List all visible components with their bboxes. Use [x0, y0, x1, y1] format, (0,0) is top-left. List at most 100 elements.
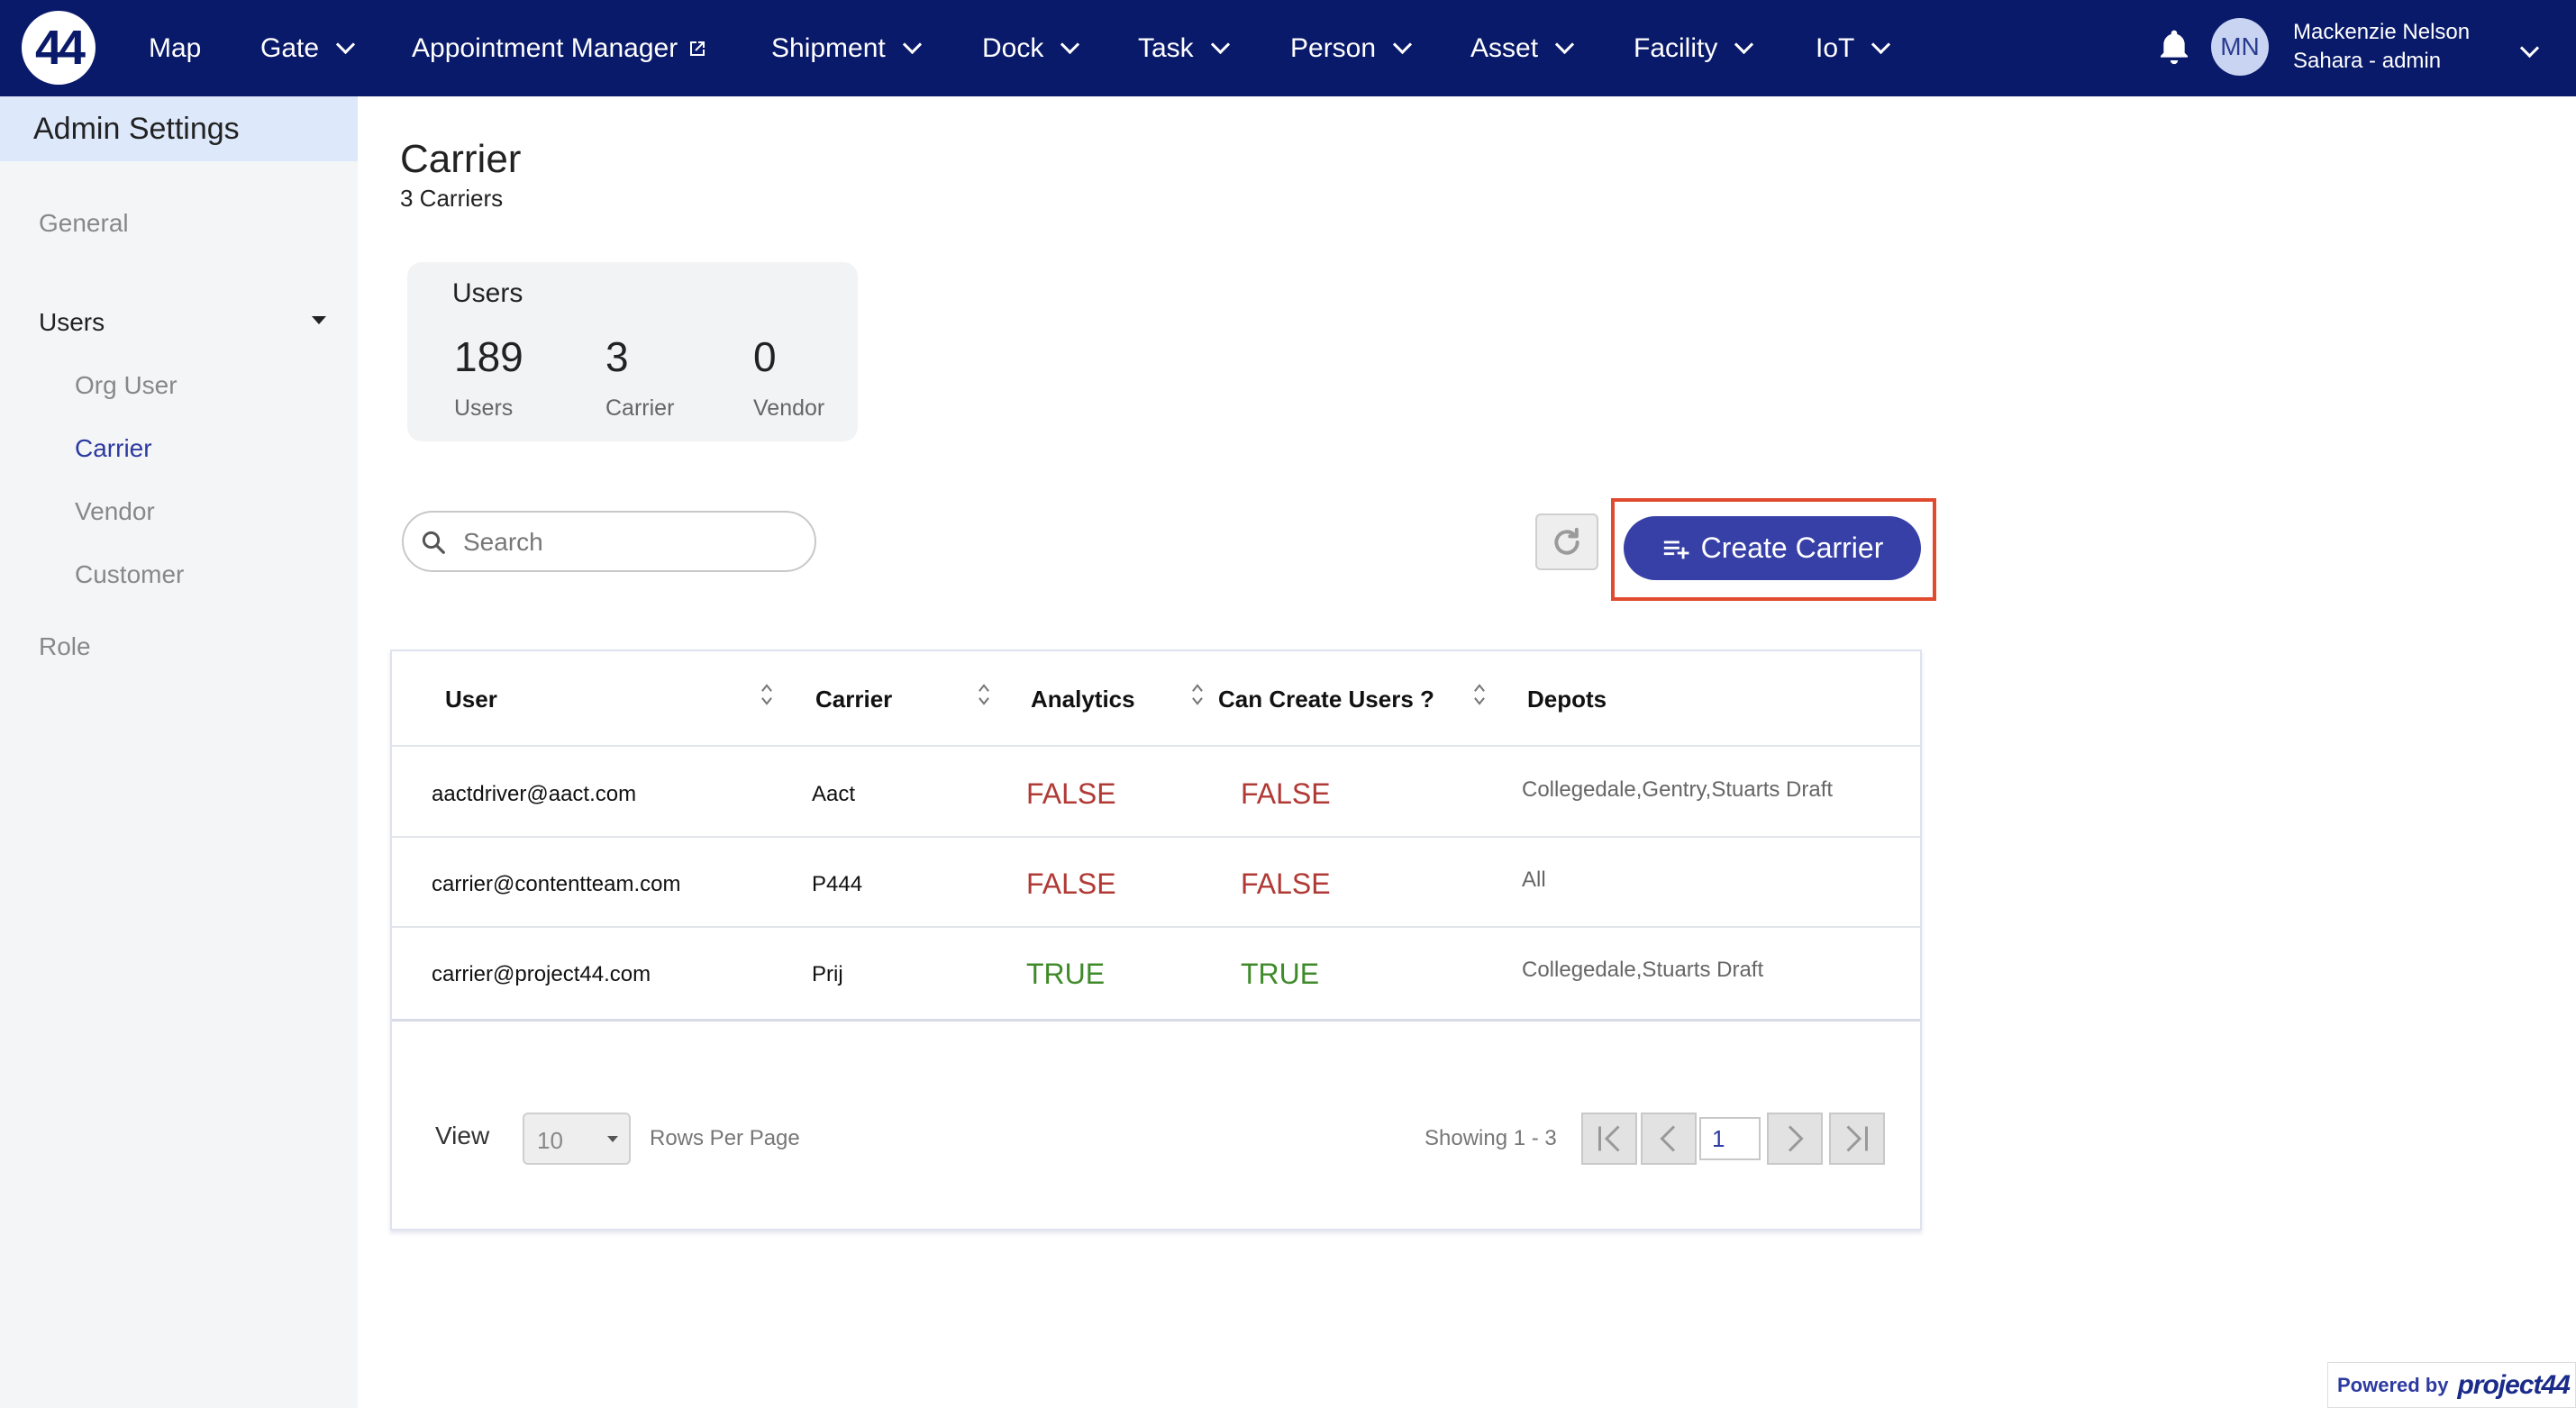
- cell-carrier: Prij: [812, 962, 843, 986]
- cell-can-create-users: TRUE: [1241, 958, 1320, 990]
- sort-icon[interactable]: [1190, 682, 1205, 707]
- sort-icon[interactable]: [760, 682, 774, 707]
- nav-item-appointment-manager[interactable]: Appointment Manager: [412, 0, 708, 96]
- users-stats-card: Users 189 Users 3 Carrier 0 Vendor: [407, 262, 858, 441]
- rows-per-page-value: 10: [537, 1127, 563, 1154]
- chevron-down-icon: [335, 34, 356, 55]
- stat-label-users: Users: [454, 395, 514, 421]
- stat-value-carrier: 3: [605, 333, 629, 380]
- caret-down-icon: [607, 1136, 618, 1142]
- nav-item-person[interactable]: Person: [1290, 0, 1413, 96]
- search-icon: [422, 531, 445, 554]
- nav-item-shipment[interactable]: Shipment: [771, 0, 922, 96]
- sidebar-item-carrier[interactable]: Carrier: [75, 434, 152, 463]
- sort-icon[interactable]: [977, 682, 991, 707]
- caret-down-icon[interactable]: [312, 316, 326, 324]
- cell-carrier: P444: [812, 872, 863, 896]
- chevron-down-icon: [1554, 34, 1575, 55]
- nav-item-gate[interactable]: Gate: [260, 0, 356, 96]
- create-carrier-button[interactable]: Create Carrier: [1624, 516, 1921, 580]
- chevron-down-icon: [1210, 34, 1230, 55]
- view-label: View: [435, 1122, 490, 1149]
- nav-item-label: IoT: [1816, 32, 1855, 63]
- page-title: Carrier: [400, 137, 522, 181]
- chevron-down-icon: [1060, 34, 1080, 55]
- page-number-input[interactable]: 1: [1699, 1117, 1761, 1160]
- cell-depots: Collegedale,Gentry,Stuarts Draft: [1522, 777, 1834, 802]
- first-page-icon: [1598, 1125, 1620, 1152]
- nav-item-map[interactable]: Map: [149, 0, 201, 96]
- search-box: [402, 511, 816, 572]
- nav-item-facility[interactable]: Facility: [1634, 0, 1754, 96]
- nav-item-label: Shipment: [771, 32, 886, 63]
- playlist-add-icon: [1663, 540, 1689, 559]
- cell-analytics: FALSE: [1026, 777, 1116, 810]
- page-subtitle: 3 Carriers: [400, 185, 504, 212]
- sidebar-item-role[interactable]: Role: [39, 632, 91, 661]
- previous-page-button[interactable]: [1641, 1113, 1697, 1165]
- sidebar: Admin Settings General Users Org User Ca…: [0, 96, 358, 1408]
- row-divider: [392, 836, 1920, 838]
- chevron-left-icon: [1660, 1125, 1676, 1152]
- sidebar-item-customer[interactable]: Customer: [75, 560, 184, 589]
- nav-item-dock[interactable]: Dock: [982, 0, 1080, 96]
- stat-value-users: 189: [454, 333, 523, 380]
- sidebar-title: Admin Settings: [0, 96, 358, 161]
- first-page-button[interactable]: [1581, 1113, 1637, 1165]
- showing-count: Showing 1 - 3: [1425, 1126, 1557, 1150]
- nav-item-label: Dock: [982, 32, 1044, 63]
- nav-item-label: Map: [149, 32, 202, 63]
- nav-item-iot[interactable]: IoT: [1816, 0, 1891, 96]
- chevron-down-icon: [1734, 34, 1754, 55]
- row-divider: [392, 745, 1920, 747]
- bell-icon[interactable]: [2156, 27, 2192, 67]
- rows-per-page-select[interactable]: 10: [523, 1113, 631, 1165]
- cell-user: carrier@contentteam.com: [432, 872, 681, 896]
- app-logo[interactable]: 44: [22, 11, 96, 85]
- user-name: Mackenzie Nelson: [2293, 20, 2471, 44]
- last-page-button[interactable]: [1829, 1113, 1885, 1165]
- column-header-carrier[interactable]: Carrier: [815, 686, 892, 713]
- next-page-button[interactable]: [1767, 1113, 1823, 1165]
- cell-user: aactdriver@aact.com: [432, 782, 637, 806]
- nav-item-label: Person: [1290, 32, 1377, 63]
- sidebar-item-org-user[interactable]: Org User: [75, 371, 177, 400]
- column-header-user[interactable]: User: [445, 686, 497, 713]
- nav-item-task[interactable]: Task: [1138, 0, 1230, 96]
- top-navbar: 44 Map Gate Appointment Manager Shipment…: [0, 0, 2576, 96]
- rows-per-page-label: Rows Per Page: [650, 1126, 800, 1150]
- cell-analytics: FALSE: [1026, 868, 1116, 900]
- stat-label-carrier: Carrier: [605, 395, 675, 421]
- sidebar-item-general[interactable]: General: [39, 209, 129, 238]
- chevron-right-icon: [1788, 1125, 1804, 1152]
- chevron-down-icon: [902, 34, 922, 55]
- chevron-down-icon[interactable]: [2519, 38, 2540, 59]
- column-header-can-create-users[interactable]: Can Create Users ?: [1218, 686, 1434, 713]
- refresh-button[interactable]: [1535, 513, 1598, 570]
- sidebar-item-users[interactable]: Users: [39, 308, 105, 337]
- cell-can-create-users: FALSE: [1241, 868, 1331, 900]
- column-header-analytics[interactable]: Analytics: [1031, 686, 1135, 713]
- avatar[interactable]: MN: [2211, 18, 2269, 76]
- cell-carrier: Aact: [812, 782, 856, 806]
- chevron-down-icon: [1392, 34, 1413, 55]
- carrier-table: User Carrier Analytics Can Create Users …: [390, 649, 1922, 1231]
- nav-item-label: Facility: [1634, 32, 1718, 63]
- nav-item-label: Asset: [1470, 32, 1539, 63]
- cell-depots: All: [1522, 868, 1546, 892]
- row-divider: [392, 1019, 1920, 1022]
- cell-can-create-users: FALSE: [1241, 777, 1331, 810]
- sort-icon[interactable]: [1472, 682, 1487, 707]
- nav-item-asset[interactable]: Asset: [1470, 0, 1575, 96]
- refresh-icon: [1554, 527, 1579, 555]
- powered-by-badge: Powered by project44: [2327, 1362, 2576, 1408]
- cell-depots: Collegedale,Stuarts Draft: [1522, 958, 1764, 982]
- nav-item-label: Task: [1138, 32, 1194, 63]
- user-org: Sahara - admin: [2293, 49, 2442, 73]
- stats-title: Users: [452, 278, 523, 308]
- search-input[interactable]: [461, 522, 807, 563]
- column-header-depots[interactable]: Depots: [1527, 686, 1607, 713]
- sidebar-item-vendor[interactable]: Vendor: [75, 497, 155, 526]
- nav-item-label: Gate: [260, 32, 320, 63]
- cell-analytics: TRUE: [1026, 958, 1106, 990]
